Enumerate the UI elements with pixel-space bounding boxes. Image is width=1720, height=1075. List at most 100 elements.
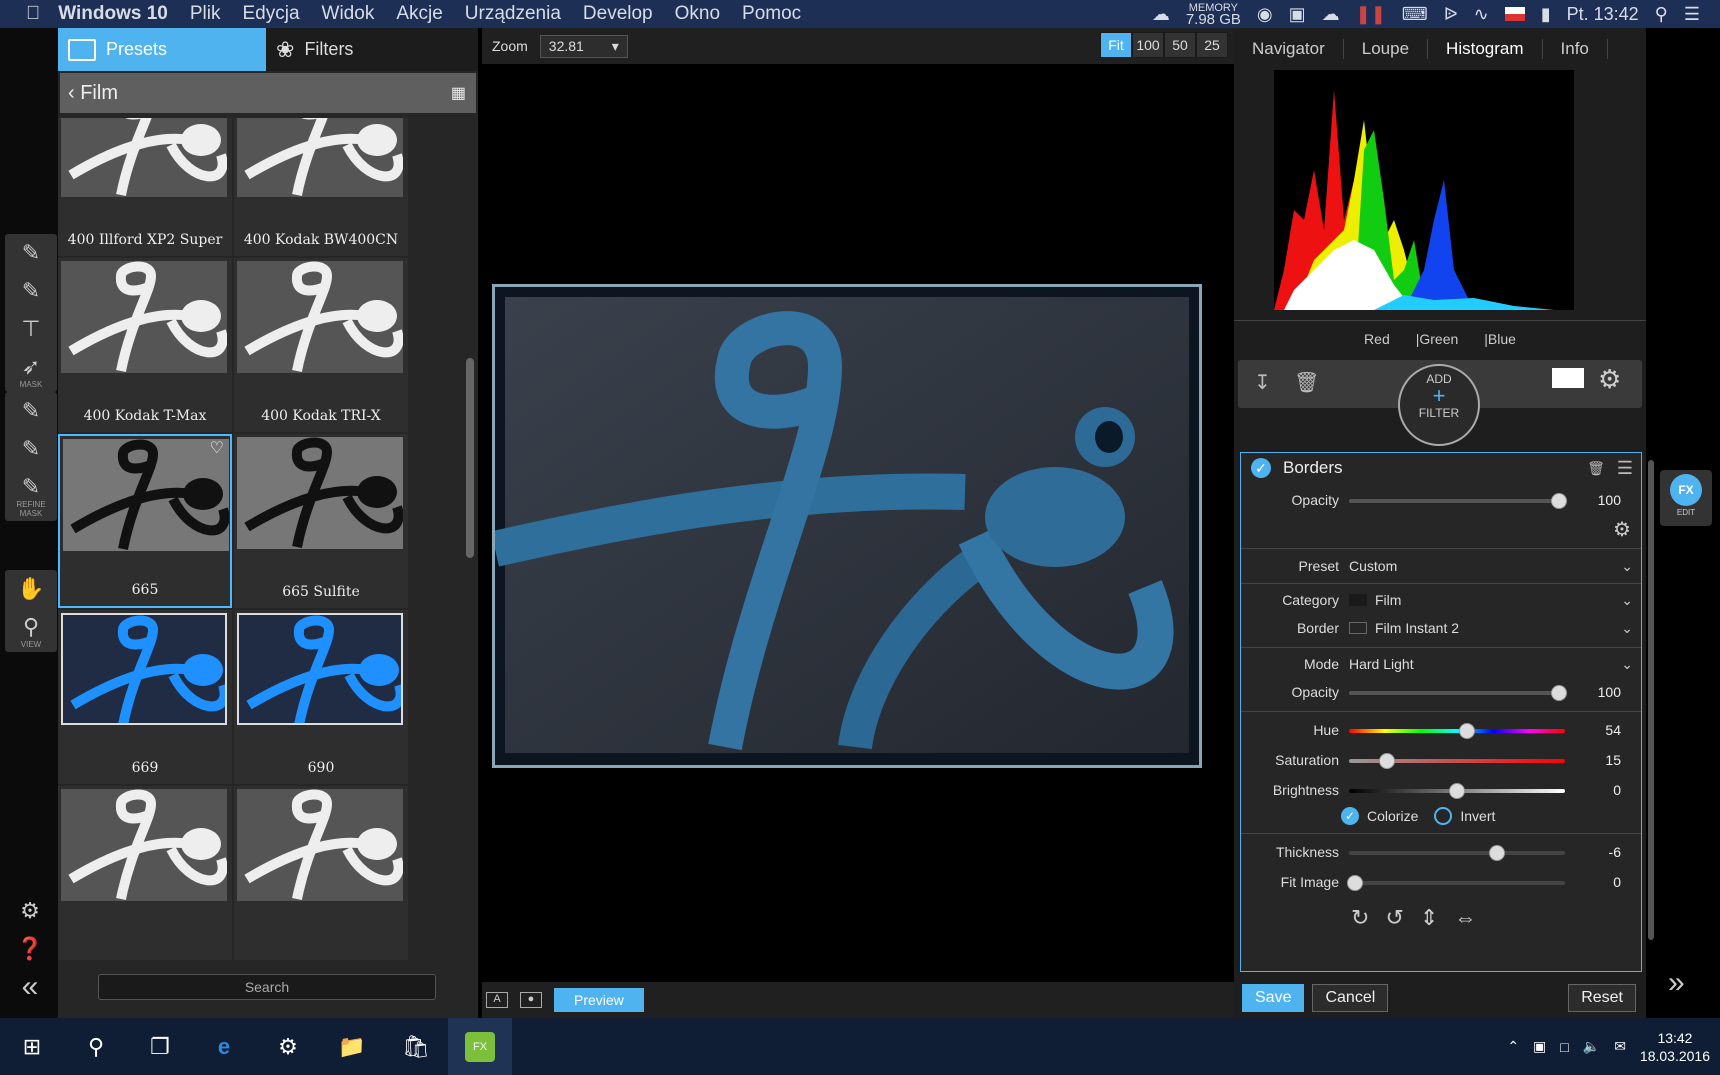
hue-slider[interactable] <box>1349 723 1565 739</box>
steam-icon[interactable]: ⚙ <box>256 1018 320 1075</box>
fit-image-slider[interactable] <box>1347 875 1565 891</box>
invert-checkbox[interactable] <box>1434 807 1453 825</box>
mask-view-icon[interactable]: ● <box>520 992 542 1008</box>
zoom-fit-button[interactable]: Fit <box>1100 32 1132 58</box>
bluetooth-icon[interactable]: ᐉ <box>1444 4 1458 25</box>
chevron-left-icon[interactable]: ‹ <box>68 82 80 105</box>
preset-card[interactable]: 690 <box>234 610 408 784</box>
menu-akcje[interactable]: Akcje <box>396 3 442 25</box>
help-icon[interactable]: ❓ <box>4 930 56 968</box>
memory-indicator[interactable]: MEMORY 7.98 GB <box>1186 3 1241 28</box>
filter-trash-icon[interactable]: 🗑 <box>1587 460 1605 477</box>
channel-blue[interactable]: |Blue <box>1484 331 1516 347</box>
right-scrollbar[interactable] <box>1648 460 1654 940</box>
rotate-cw-icon[interactable]: ↻ <box>1351 905 1369 931</box>
parallels-icon[interactable]: ❚❚ <box>1356 4 1386 25</box>
thickness-slider[interactable] <box>1349 845 1565 861</box>
app-name[interactable]: Windows 10 <box>58 3 168 25</box>
preset-card[interactable]: 669 <box>58 610 232 784</box>
sync-icon[interactable]: ◉ <box>1257 4 1273 25</box>
apple-icon[interactable]:  <box>26 3 40 25</box>
flag-icon[interactable] <box>1504 7 1525 21</box>
zoom-select[interactable]: 32.81 ▾ <box>539 34 628 58</box>
edge-icon[interactable]: e <box>192 1018 256 1075</box>
preset-scrollbar[interactable] <box>466 358 474 558</box>
search-icon[interactable]: ⚲ <box>64 1018 128 1075</box>
saturation-knob[interactable] <box>1379 753 1395 769</box>
menu-plik[interactable]: Plik <box>190 3 221 25</box>
spotlight-icon[interactable]: ⚲ <box>1655 4 1668 25</box>
border-row[interactable]: Border Film Instant 2 ⌄ <box>1241 613 1641 643</box>
zoom-25-button[interactable]: 25 <box>1196 32 1228 58</box>
mask-erase-icon[interactable]: ✎ <box>5 272 57 310</box>
preview-button[interactable]: Preview <box>554 988 644 1012</box>
notification-list-icon[interactable]: ☰ <box>1684 4 1700 25</box>
preset-card[interactable] <box>234 786 408 960</box>
filter-menu-icon[interactable]: ☰ <box>1617 458 1633 479</box>
tab-loupe[interactable]: Loupe <box>1344 39 1429 59</box>
mask-swatch[interactable] <box>1552 368 1584 388</box>
file-explorer-icon[interactable]: 📁 <box>320 1018 384 1075</box>
category-row[interactable]: Category Film ⌄ <box>1241 585 1641 615</box>
channel-green[interactable]: |Green <box>1416 331 1459 347</box>
tab-navigator[interactable]: Navigator <box>1234 39 1344 59</box>
chevron-down-icon[interactable]: ⌄ <box>1621 558 1633 575</box>
trash-icon[interactable]: 🗑 <box>1294 370 1319 395</box>
opacity2-knob[interactable] <box>1551 685 1567 701</box>
gear-icon[interactable]: ⚙ <box>4 892 56 930</box>
collapse-left-icon[interactable]: « <box>4 968 56 1006</box>
battery-icon[interactable]: ▮ <box>1541 4 1551 25</box>
clock-text[interactable]: Pt. 13:42 <box>1567 4 1639 25</box>
reset-button[interactable]: Reset <box>1568 984 1636 1012</box>
chevron-down-icon[interactable]: ⌄ <box>1621 656 1633 673</box>
preset-card[interactable]: 400 Kodak T-Max <box>58 258 232 432</box>
grid-view-icon[interactable]: ▦ <box>451 83 466 103</box>
store-icon[interactable]: 🛍 <box>384 1018 448 1075</box>
save-button[interactable]: Save <box>1242 984 1305 1012</box>
opacity-slider[interactable] <box>1349 493 1567 509</box>
fit-image-knob[interactable] <box>1347 875 1363 891</box>
tab-filters[interactable]: ❀ Filters <box>266 28 478 71</box>
cloud-icon[interactable]: ☁ <box>1152 4 1170 25</box>
volume-icon[interactable]: 🔈 <box>1583 1038 1600 1055</box>
channel-red[interactable]: Red <box>1364 331 1390 347</box>
onone-app-icon[interactable]: FX <box>448 1018 512 1075</box>
tab-histogram[interactable]: Histogram <box>1428 39 1543 59</box>
refine-brush-icon[interactable]: ✎ <box>5 392 57 430</box>
mask-gradient-icon[interactable]: ⊤ <box>5 310 57 348</box>
menu-widok[interactable]: Widok <box>322 3 375 25</box>
tab-presets[interactable]: Presets <box>58 28 266 71</box>
before-after-icon[interactable]: A <box>486 992 508 1008</box>
add-filter-button[interactable]: ADD + FILTER <box>1398 364 1480 446</box>
enable-check-icon[interactable]: ✓ <box>1251 458 1271 478</box>
tab-info[interactable]: Info <box>1543 39 1608 59</box>
task-view-icon[interactable]: ❐ <box>128 1018 192 1075</box>
preset-row[interactable]: Preset Custom ⌄ <box>1241 551 1641 581</box>
cancel-button[interactable]: Cancel <box>1312 984 1389 1012</box>
wifi-icon[interactable]: ∿ <box>1474 4 1489 25</box>
opacity-knob[interactable] <box>1551 493 1567 509</box>
creative-cloud-icon[interactable]: ☁ <box>1322 4 1340 25</box>
filter-gear-icon[interactable]: ⚙ <box>1613 517 1631 542</box>
chevron-down-icon[interactable]: ⌄ <box>1621 620 1633 637</box>
taskbar-clock[interactable]: 13:42 18.03.2016 <box>1640 1029 1710 1065</box>
settings-gear-icon[interactable]: ⚙ <box>1598 364 1621 395</box>
menu-develop[interactable]: Develop <box>583 3 653 25</box>
preset-card[interactable]: 400 Illford XP2 Super <box>58 118 232 256</box>
brightness-slider[interactable] <box>1349 783 1565 799</box>
favorite-heart-icon[interactable]: ♡ <box>210 438 224 458</box>
flip-horizontal-icon[interactable]: ⇔ <box>1454 905 1476 931</box>
menu-urzadzenia[interactable]: Urządzenia <box>465 3 561 25</box>
start-icon[interactable]: ⊞ <box>0 1018 64 1075</box>
saturation-slider[interactable] <box>1349 753 1565 769</box>
flip-vertical-icon[interactable]: ⇕ <box>1420 905 1438 931</box>
zoom-100-button[interactable]: 100 <box>1132 32 1164 58</box>
main-photo[interactable] <box>490 284 1202 768</box>
action-center-icon[interactable]: ✉ <box>1614 1038 1626 1055</box>
rotate-ccw-icon[interactable]: ↺ <box>1385 905 1403 931</box>
brightness-knob[interactable] <box>1449 783 1465 799</box>
preset-card[interactable] <box>58 786 232 960</box>
search-input[interactable]: Search <box>98 974 436 1000</box>
colorize-checkbox[interactable]: ✓ <box>1341 807 1359 825</box>
menu-edycja[interactable]: Edycja <box>243 3 300 25</box>
